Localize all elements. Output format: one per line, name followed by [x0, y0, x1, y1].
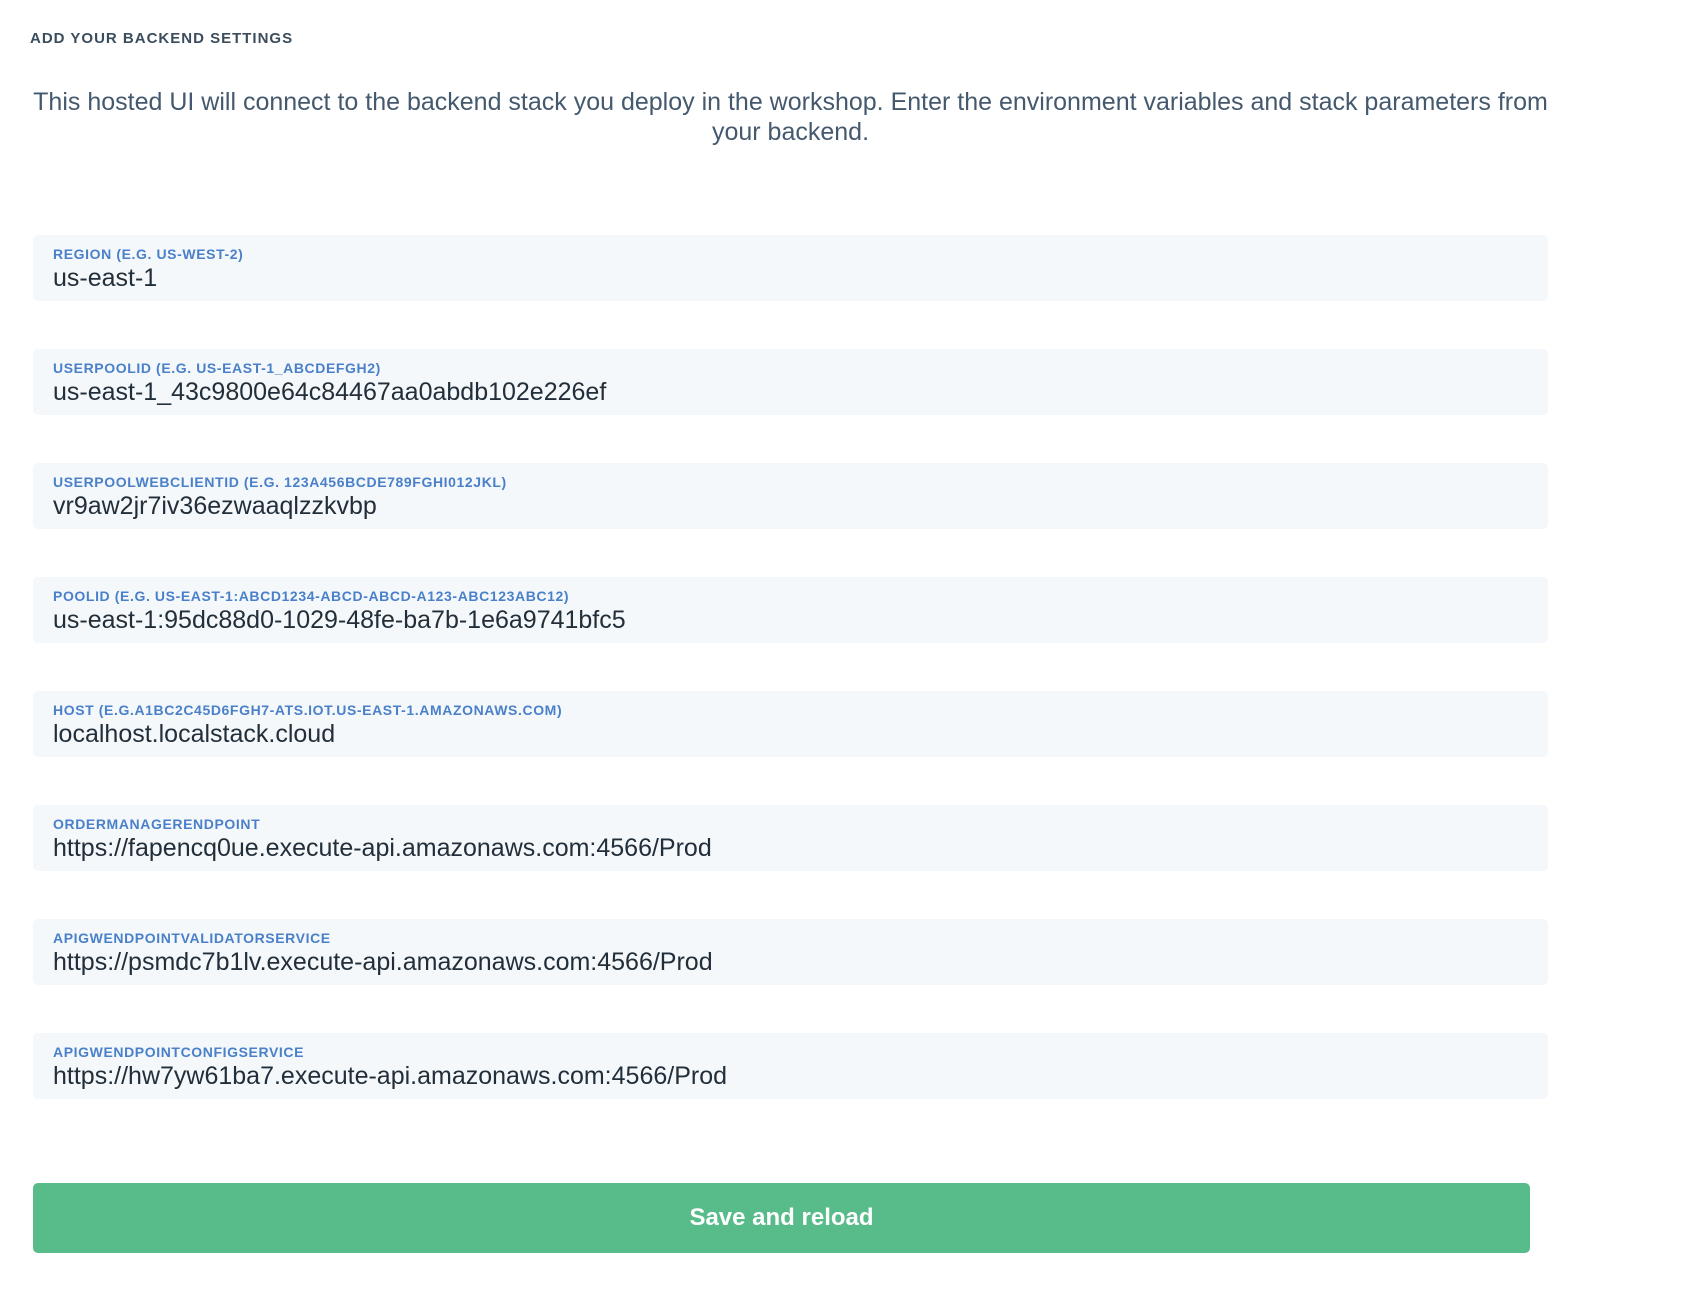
userpoolwebclientid-input[interactable] — [53, 491, 1528, 521]
host-field: HOST (E.G.A1BC2C45D6FGH7-ATS.IOT.US-EAST… — [33, 691, 1548, 757]
poolid-label: POOLID (E.G. US-EAST-1:ABCD1234-ABCD-ABC… — [53, 588, 1528, 604]
page-title: ADD YOUR BACKEND SETTINGS — [30, 30, 1548, 47]
ordermanagerendpoint-field: ORDERMANAGERENDPOINT — [33, 805, 1548, 871]
save-and-reload-button[interactable]: Save and reload — [33, 1183, 1530, 1253]
apigwendpointvalidatorservice-input[interactable] — [53, 947, 1528, 977]
host-label: HOST (E.G.A1BC2C45D6FGH7-ATS.IOT.US-EAST… — [53, 702, 1528, 718]
poolid-input[interactable] — [53, 605, 1528, 635]
apigwendpointconfigservice-field: APIGWENDPOINTCONFIGSERVICE — [33, 1033, 1548, 1099]
apigwendpointvalidatorservice-field: APIGWENDPOINTVALIDATORSERVICE — [33, 919, 1548, 985]
region-field: REGION (E.G. US-WEST-2) — [33, 235, 1548, 301]
userpoolwebclientid-label: USERPOOLWEBCLIENTID (E.G. 123A456BCDE789… — [53, 474, 1528, 490]
region-label: REGION (E.G. US-WEST-2) — [53, 246, 1528, 262]
poolid-field: POOLID (E.G. US-EAST-1:ABCD1234-ABCD-ABC… — [33, 577, 1548, 643]
ordermanagerendpoint-label: ORDERMANAGERENDPOINT — [53, 816, 1528, 832]
ordermanagerendpoint-input[interactable] — [53, 833, 1528, 863]
backend-settings-form: ADD YOUR BACKEND SETTINGS This hosted UI… — [33, 30, 1548, 1253]
apigwendpointconfigservice-label: APIGWENDPOINTCONFIGSERVICE — [53, 1044, 1528, 1060]
userpoolwebclientid-field: USERPOOLWEBCLIENTID (E.G. 123A456BCDE789… — [33, 463, 1548, 529]
fields-list: REGION (E.G. US-WEST-2) USERPOOLID (E.G.… — [33, 235, 1548, 1099]
userpoolid-input[interactable] — [53, 377, 1528, 407]
userpoolid-label: USERPOOLID (E.G. US-EAST-1_ABCDEFGH2) — [53, 360, 1528, 376]
apigwendpointvalidatorservice-label: APIGWENDPOINTVALIDATORSERVICE — [53, 930, 1528, 946]
host-input[interactable] — [53, 719, 1528, 749]
page-description: This hosted UI will connect to the backe… — [33, 87, 1548, 147]
apigwendpointconfigservice-input[interactable] — [53, 1061, 1528, 1091]
region-input[interactable] — [53, 263, 1528, 293]
userpoolid-field: USERPOOLID (E.G. US-EAST-1_ABCDEFGH2) — [33, 349, 1548, 415]
